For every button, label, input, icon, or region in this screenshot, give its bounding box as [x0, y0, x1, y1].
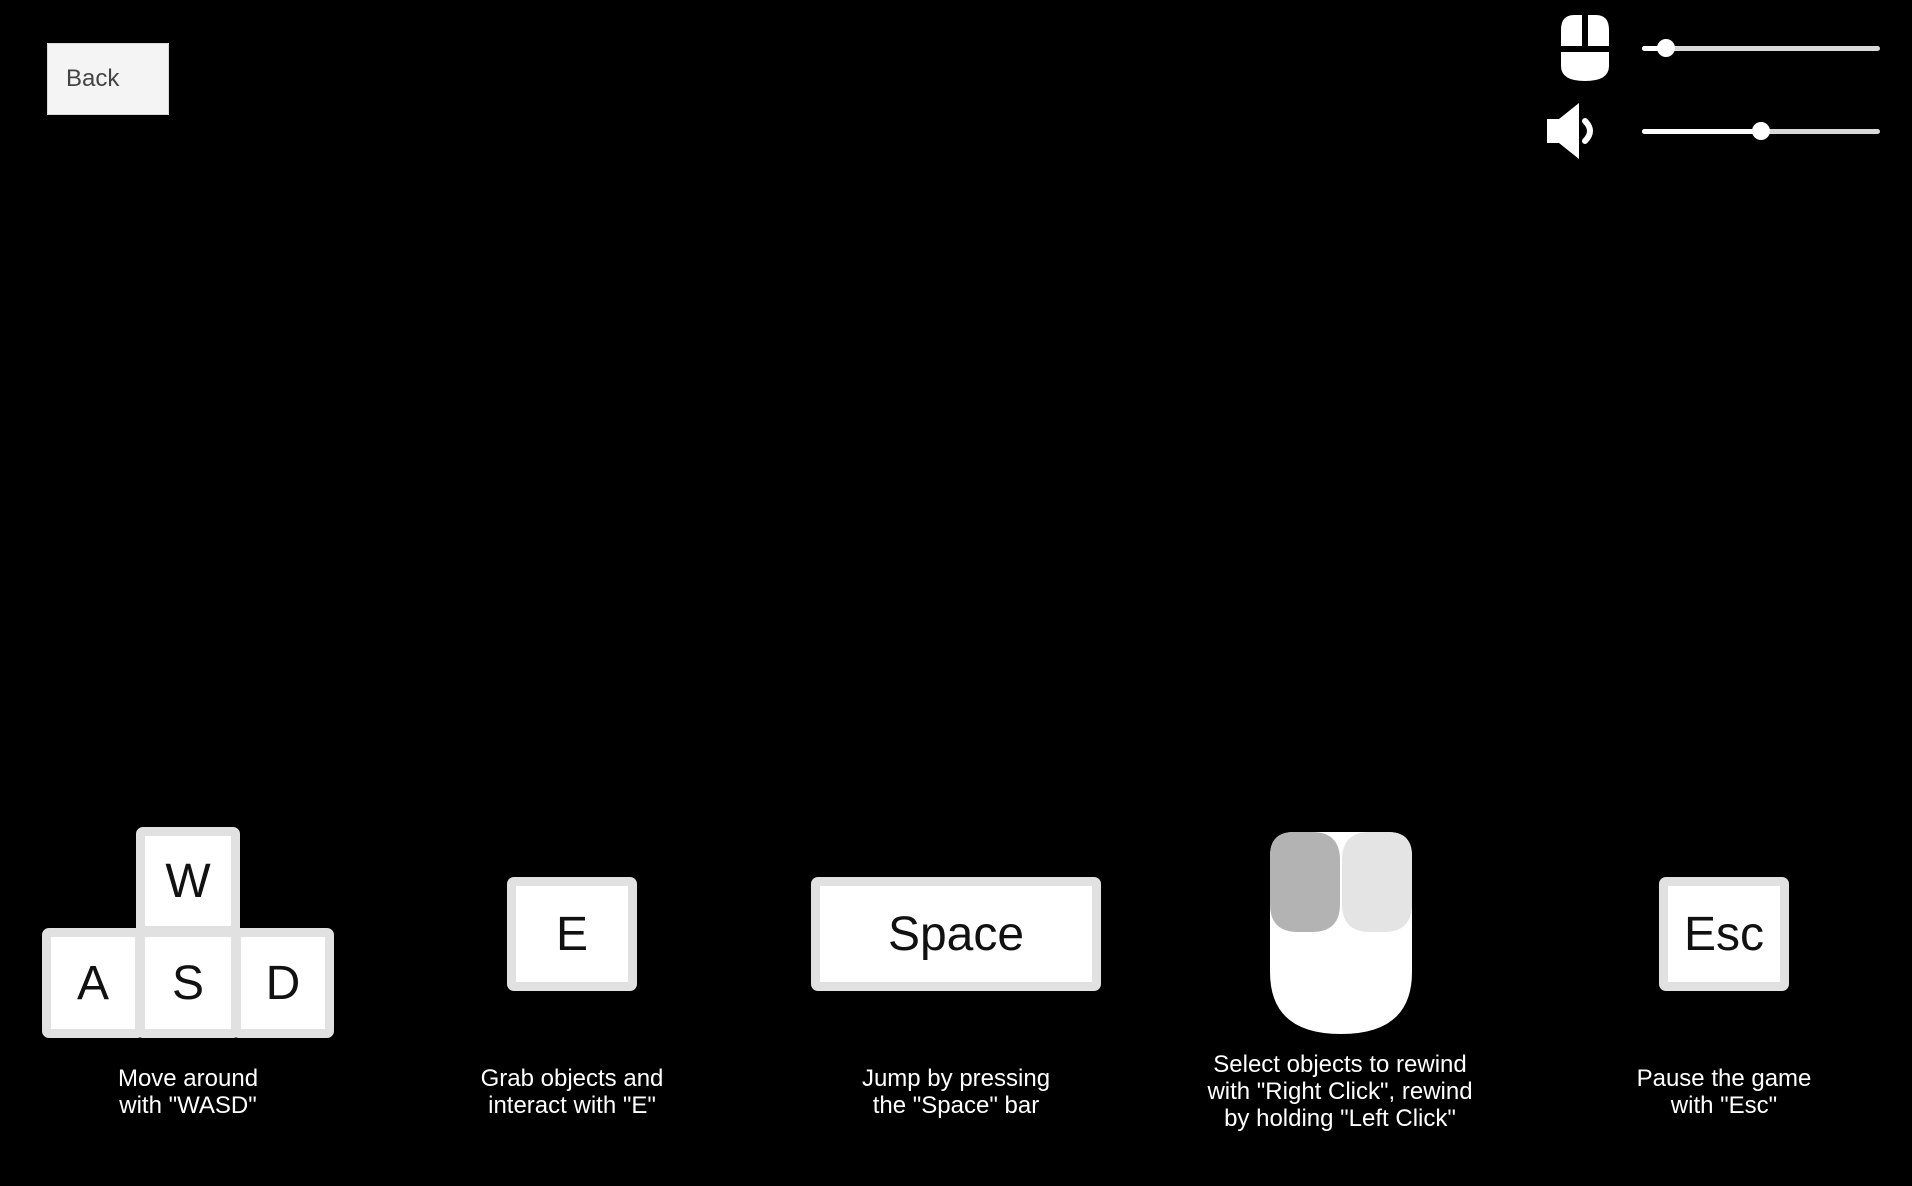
- space-key: Space: [811, 877, 1101, 991]
- e-key: E: [507, 877, 637, 991]
- mouse-icon: [1561, 15, 1609, 81]
- move-caption: Move around with "WASD": [117, 1065, 259, 1119]
- mouse-buttons-icon: [1270, 832, 1412, 1034]
- mouse-sensitivity-thumb[interactable]: [1656, 39, 1675, 57]
- volume-fill: [1642, 129, 1761, 134]
- grab-caption: Grab objects and interact with "E": [480, 1065, 664, 1119]
- d-key: D: [232, 928, 334, 1038]
- s-key: S: [136, 928, 240, 1038]
- a-key: A: [42, 928, 144, 1038]
- volume-slider[interactable]: [1642, 122, 1880, 140]
- mouse-sensitivity-slider[interactable]: [1642, 39, 1880, 57]
- jump-caption: Jump by pressing the "Space" bar: [861, 1065, 1051, 1119]
- left-button-area: [1270, 832, 1340, 932]
- pause-caption: Pause the game with "Esc": [1636, 1065, 1812, 1119]
- back-button[interactable]: Back: [47, 43, 169, 115]
- speaker-icon: [1547, 103, 1593, 159]
- back-button-label: Back: [66, 65, 120, 92]
- volume-thumb[interactable]: [1752, 122, 1770, 140]
- right-button-area: [1342, 832, 1412, 932]
- rewind-caption: Select objects to rewind with "Right Cli…: [1207, 1051, 1473, 1132]
- w-key: W: [136, 827, 240, 935]
- esc-key: Esc: [1659, 877, 1789, 991]
